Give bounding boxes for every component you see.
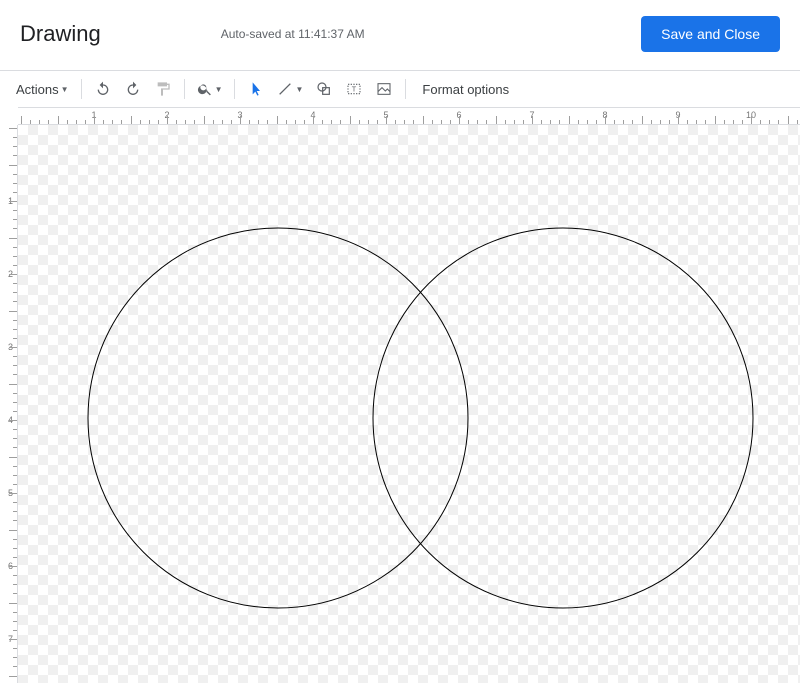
zoom-icon (197, 81, 213, 97)
paint-format-icon (155, 81, 171, 97)
shape-tool[interactable] (311, 76, 337, 102)
undo-button[interactable] (90, 76, 116, 102)
zoom-button[interactable]: ▼ (193, 76, 227, 102)
circle-shape-left[interactable] (88, 228, 468, 608)
shapes-layer (18, 125, 800, 683)
separator (81, 79, 82, 99)
drawing-canvas[interactable] (18, 125, 800, 683)
caret-down-icon: ▼ (295, 85, 303, 94)
page-title: Drawing (20, 21, 101, 47)
redo-icon (125, 81, 141, 97)
circle-shape-right[interactable] (373, 228, 753, 608)
line-tool[interactable]: ▼ (273, 76, 307, 102)
line-icon (277, 81, 293, 97)
separator (184, 79, 185, 99)
toolbar: Actions ▼ ▼ ▼ T Format options (0, 71, 800, 107)
save-and-close-button[interactable]: Save and Close (641, 16, 780, 52)
textbox-tool[interactable]: T (341, 76, 367, 102)
caret-down-icon: ▼ (61, 85, 69, 94)
cursor-icon (248, 81, 264, 97)
redo-button[interactable] (120, 76, 146, 102)
separator (234, 79, 235, 99)
workspace: 1234567 (0, 125, 800, 683)
textbox-icon: T (346, 81, 362, 97)
actions-label: Actions (16, 82, 59, 97)
select-tool[interactable] (243, 76, 269, 102)
header-bar: Drawing Auto-saved at 11:41:37 AM Save a… (0, 0, 800, 70)
actions-menu[interactable]: Actions ▼ (12, 76, 73, 102)
horizontal-ruler: 12345678910 (18, 107, 800, 125)
paint-format-button[interactable] (150, 76, 176, 102)
image-icon (376, 81, 392, 97)
vertical-ruler: 1234567 (0, 125, 18, 683)
autosave-status: Auto-saved at 11:41:37 AM (221, 27, 365, 41)
undo-icon (95, 81, 111, 97)
separator (405, 79, 406, 99)
caret-down-icon: ▼ (215, 85, 223, 94)
image-tool[interactable] (371, 76, 397, 102)
shape-icon (316, 81, 332, 97)
svg-text:T: T (352, 85, 357, 94)
format-options-button[interactable]: Format options (414, 82, 517, 97)
